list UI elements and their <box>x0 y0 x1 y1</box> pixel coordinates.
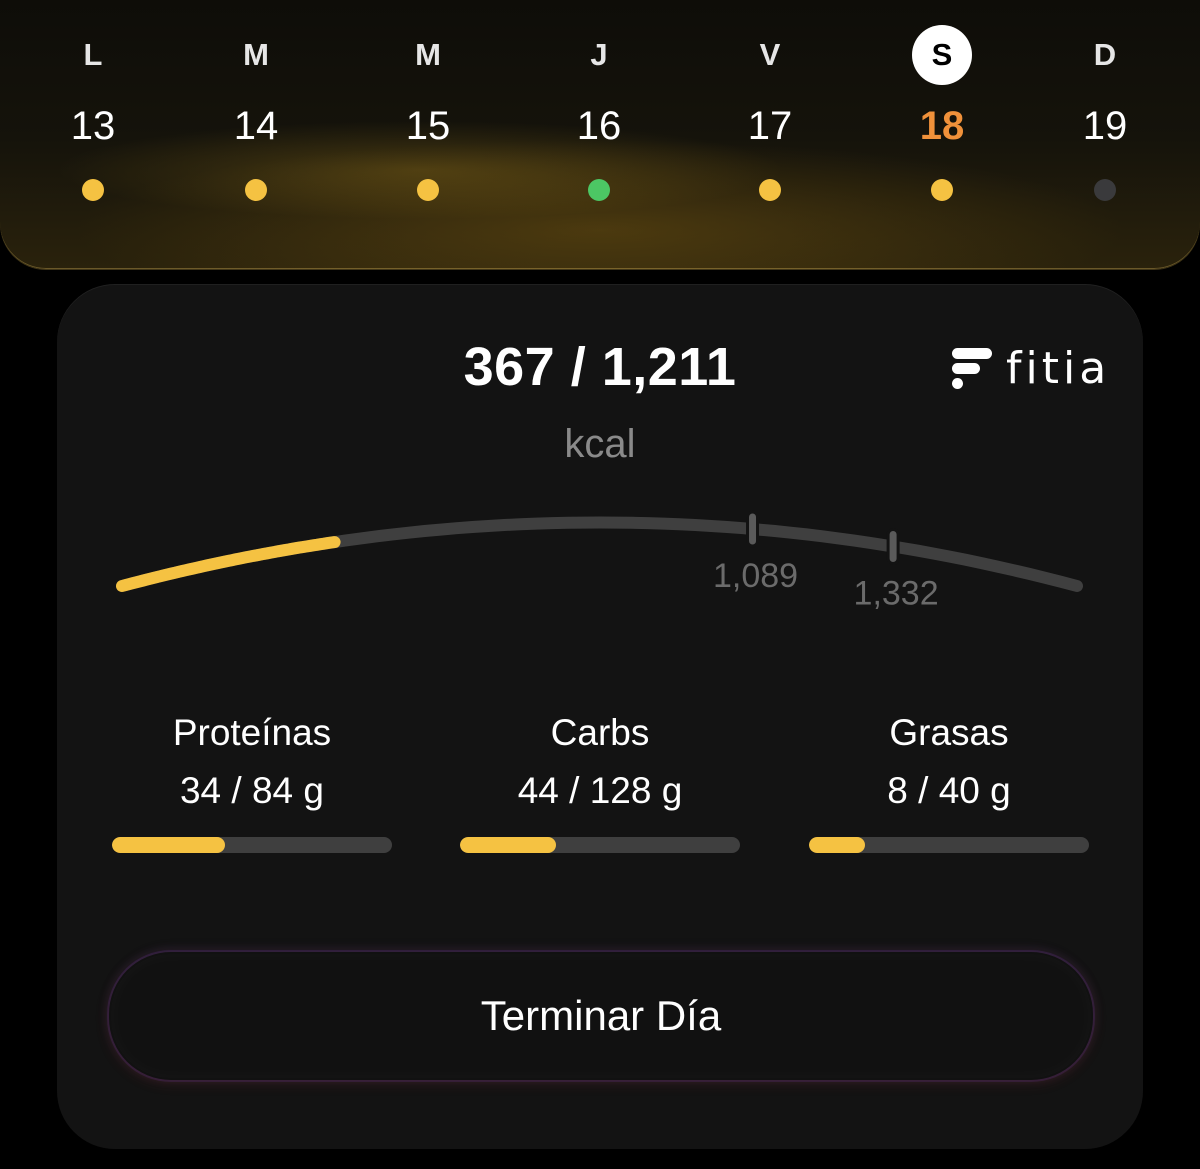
day-friday[interactable]: V 17 <box>710 0 830 260</box>
arc-marker-tick <box>746 510 760 548</box>
fitia-logo-icon <box>952 348 992 389</box>
macro-progress-track <box>809 837 1089 853</box>
day-number: 16 <box>576 104 622 148</box>
day-letter: L <box>83 37 103 72</box>
macros-row: Proteínas 34 / 84 g Carbs 44 / 128 g Gra… <box>57 704 1143 864</box>
macro-label: Grasas <box>889 712 1009 753</box>
finish-day-button[interactable]: Terminar Día <box>109 952 1093 1080</box>
day-status-dot <box>931 179 953 201</box>
arc-marker-label: 1,089 <box>713 557 798 595</box>
macro-progress-fill <box>460 837 557 853</box>
macro-progress-track <box>460 837 740 853</box>
day-letter: M <box>243 37 269 72</box>
calorie-progress-arc: 1,089 1,332 <box>116 510 1083 612</box>
day-status-dot <box>759 179 781 201</box>
macro-progress-fill <box>809 837 865 853</box>
day-letter: D <box>1093 37 1117 72</box>
day-wednesday[interactable]: M 15 <box>368 0 488 260</box>
day-letter: S <box>912 25 972 85</box>
day-number: 18 <box>919 104 965 148</box>
macro-fats: Grasas 8 / 40 g <box>809 704 1089 864</box>
day-monday[interactable]: L 13 <box>33 0 153 260</box>
macro-progress-fill <box>112 837 226 853</box>
day-number: 19 <box>1082 104 1128 148</box>
macro-value: 34 / 84 g <box>179 770 324 811</box>
macro-value: 8 / 40 g <box>887 770 1011 811</box>
day-status-dot <box>417 179 439 201</box>
nutrition-summary-card: 367 / 1,211 kcal fitia 1,089 1,332 Proteí… <box>57 284 1143 1149</box>
week-strip: L 13 M 14 M 15 J 16 V 17 S 18 D 19 <box>0 0 1200 269</box>
finish-day-label: Terminar Día <box>480 992 722 1039</box>
day-number: 17 <box>747 104 793 148</box>
fitia-logo: fitia <box>950 344 1110 394</box>
day-saturday-selected[interactable]: S 18 <box>882 0 1002 260</box>
day-status-dot <box>82 179 104 201</box>
day-tuesday[interactable]: M 14 <box>196 0 316 260</box>
macro-value: 44 / 128 g <box>517 770 683 811</box>
day-number: 14 <box>233 104 279 148</box>
day-thursday[interactable]: J 16 <box>539 0 659 260</box>
arc-fill <box>116 536 341 592</box>
macro-label: Proteínas <box>172 712 332 753</box>
arc-marker-tick <box>886 527 900 565</box>
macro-carbs: Carbs 44 / 128 g <box>460 704 740 864</box>
macro-proteins: Proteínas 34 / 84 g <box>112 704 392 864</box>
day-letter: J <box>590 37 608 72</box>
day-letter: V <box>759 37 781 72</box>
day-letter: M <box>415 37 441 72</box>
day-sunday[interactable]: D 19 <box>1045 0 1165 260</box>
macro-progress-track <box>112 837 392 853</box>
day-number: 15 <box>405 104 451 148</box>
calories-unit: kcal <box>564 422 636 466</box>
day-status-dot <box>245 179 267 201</box>
macro-label: Carbs <box>550 712 650 753</box>
day-status-dot <box>1094 179 1116 201</box>
fitia-logo-text: fitia <box>1006 343 1111 394</box>
day-number: 13 <box>70 104 116 148</box>
arc-marker-label: 1,332 <box>854 574 939 612</box>
day-status-dot <box>588 179 610 201</box>
